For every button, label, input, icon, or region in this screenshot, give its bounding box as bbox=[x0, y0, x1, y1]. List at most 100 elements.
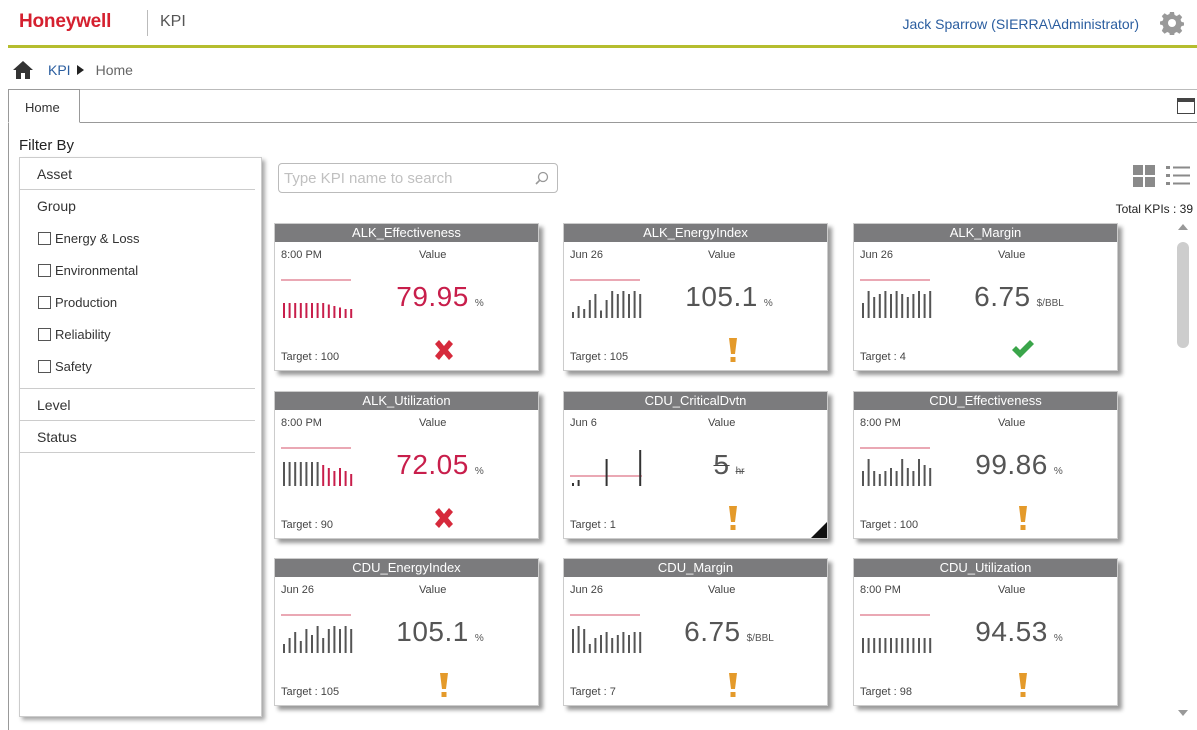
sparkline-bar bbox=[339, 307, 341, 318]
filter-title: Filter By bbox=[19, 137, 75, 154]
kpi-card[interactable]: ALK_EnergyIndex Jun 26 Value 105.1% Targ… bbox=[563, 223, 828, 371]
kpi-card-date: 8:00 PM bbox=[281, 417, 322, 429]
sparkline-bar bbox=[605, 632, 608, 653]
group-option-production[interactable]: Production bbox=[20, 286, 255, 318]
kpi-card-value: 105.1% bbox=[375, 616, 505, 648]
sparkline-bar bbox=[577, 306, 580, 318]
sparkline-bar bbox=[878, 474, 881, 486]
kpi-card[interactable]: CDU_Utilization 8:00 PM Value 94.53% Tar… bbox=[853, 558, 1118, 706]
sparkline-bar bbox=[901, 294, 904, 318]
sparkline-bar bbox=[616, 294, 619, 318]
kpi-value-number: 105.1 bbox=[685, 281, 758, 312]
kpi-card-title: CDU_Utilization bbox=[854, 559, 1117, 577]
total-kpis: Total KPIs : 39 bbox=[1115, 202, 1193, 216]
sparkline-bar bbox=[283, 462, 285, 486]
kpi-card-target: Target : 7 bbox=[570, 686, 616, 698]
list-view-icon[interactable] bbox=[1166, 165, 1190, 187]
sparkline-bar bbox=[327, 629, 330, 653]
kpi-card[interactable]: CDU_Margin Jun 26 Value 6.75 $/BBL Target… bbox=[563, 558, 828, 706]
sparkline-bar bbox=[639, 294, 642, 318]
sparkline-bar bbox=[912, 638, 915, 653]
sparkline-bar bbox=[350, 474, 353, 486]
kpi-card-value-label: Value bbox=[708, 249, 736, 261]
scroll-thumb[interactable] bbox=[1177, 242, 1189, 348]
kpi-card[interactable]: ALK_Utilization 8:00 PM Value 72.05% Tar… bbox=[274, 391, 539, 539]
sparkline-chart bbox=[860, 614, 932, 653]
checkbox[interactable] bbox=[38, 327, 51, 341]
kpi-card-value: 99.86% bbox=[954, 449, 1084, 481]
sparkline-chart bbox=[570, 614, 642, 653]
grid-view-icon[interactable] bbox=[1133, 165, 1155, 187]
sparkline-bar bbox=[350, 629, 353, 653]
kpi-card-target: Target : 98 bbox=[860, 686, 912, 698]
option-label: Safety bbox=[55, 358, 92, 374]
group-option-reliability[interactable]: Reliability bbox=[20, 318, 255, 350]
sparkline-bar bbox=[322, 303, 325, 318]
sparkline-bar bbox=[350, 309, 353, 318]
kpi-card-value-label: Value bbox=[708, 417, 736, 429]
kpi-card-date: Jun 26 bbox=[281, 584, 315, 596]
filter-section-asset[interactable]: Asset bbox=[20, 158, 255, 190]
kpi-card[interactable]: ALK_Effectiveness 8:00 PM Value 79.95% T… bbox=[274, 223, 539, 371]
kpi-card-value-label: Value bbox=[708, 584, 736, 596]
group-options: Energy & Loss Environmental Production R… bbox=[20, 222, 255, 389]
kpi-card[interactable]: CDU_Effectiveness 8:00 PM Value 99.86% T… bbox=[853, 391, 1118, 539]
sparkline-bar bbox=[867, 459, 870, 486]
kpi-value-number: 72.05 bbox=[396, 449, 469, 480]
checkbox[interactable] bbox=[38, 263, 51, 277]
sparkline-bar bbox=[923, 294, 926, 318]
kpi-card[interactable]: CDU_CriticalDvtn Jun 6 Value 5 hr Target … bbox=[563, 391, 828, 539]
sparkline-bar bbox=[316, 462, 319, 486]
kpi-card-target: Target : 4 bbox=[860, 351, 906, 363]
option-label: Environmental bbox=[55, 262, 139, 278]
sparkline-bar bbox=[316, 303, 319, 318]
checkbox[interactable] bbox=[38, 359, 51, 373]
maximize-icon[interactable] bbox=[1177, 98, 1195, 114]
kpi-card-target: Target : 90 bbox=[281, 519, 333, 531]
sparkline-bar bbox=[639, 632, 642, 653]
tab-home[interactable]: Home bbox=[8, 89, 80, 123]
sparkline-bar bbox=[316, 626, 319, 653]
sparkline-bar bbox=[311, 303, 313, 318]
sparkline-bar bbox=[583, 629, 586, 653]
scroll-down-icon[interactable] bbox=[1178, 710, 1188, 716]
group-option-energy-loss[interactable]: Energy & Loss bbox=[20, 222, 255, 254]
sparkline-bar bbox=[294, 303, 297, 318]
kpi-card[interactable]: ALK_Margin Jun 26 Value 6.75 $/BBL Target… bbox=[853, 223, 1118, 371]
filter-section-status[interactable]: Status bbox=[20, 421, 255, 453]
checkbox[interactable] bbox=[38, 231, 51, 245]
kpi-card-value: 105.1% bbox=[664, 281, 794, 313]
kpi-card-date: 8:00 PM bbox=[860, 417, 901, 429]
kpi-card-value: 94.53% bbox=[954, 616, 1084, 648]
brand-logo[interactable]: Honeywell bbox=[19, 11, 111, 33]
kpi-card-value-label: Value bbox=[998, 417, 1026, 429]
filter-section-group[interactable]: Group bbox=[20, 190, 255, 222]
group-option-safety[interactable]: Safety bbox=[20, 350, 255, 382]
sparkline-bar bbox=[918, 459, 920, 486]
app-header: Honeywell KPI Jack Sparrow (SIERRA\Admin… bbox=[0, 0, 1197, 48]
sparkline-bar bbox=[583, 309, 586, 318]
gear-icon[interactable] bbox=[1160, 11, 1184, 35]
breadcrumb-kpi-link[interactable]: KPI bbox=[48, 62, 71, 78]
filter-section-level[interactable]: Level bbox=[20, 389, 255, 421]
sparkline-chart bbox=[570, 450, 642, 486]
sparkline-chart bbox=[860, 279, 932, 318]
sparkline-bar bbox=[878, 638, 881, 653]
sparkline-bar bbox=[294, 462, 297, 486]
scrollbar[interactable] bbox=[1172, 220, 1194, 720]
sparkline-bar bbox=[873, 297, 876, 318]
sparkline-bar bbox=[305, 303, 308, 318]
kpi-card-value-label: Value bbox=[419, 584, 447, 596]
scroll-up-icon[interactable] bbox=[1178, 224, 1188, 230]
home-icon[interactable] bbox=[12, 60, 34, 80]
checkbox[interactable] bbox=[38, 295, 51, 309]
sparkline-bar bbox=[906, 638, 909, 653]
group-option-environmental[interactable]: Environmental bbox=[20, 254, 255, 286]
search-icon[interactable] bbox=[535, 171, 549, 185]
search-input[interactable] bbox=[284, 165, 524, 191]
sparkline-bar bbox=[594, 638, 597, 653]
kpi-card[interactable]: CDU_EnergyIndex Jun 26 Value 105.1% Targ… bbox=[274, 558, 539, 706]
kpi-search bbox=[278, 163, 558, 193]
corner-indicator-icon bbox=[811, 522, 827, 538]
user-name[interactable]: Jack Sparrow (SIERRA\Administrator) bbox=[902, 16, 1139, 32]
